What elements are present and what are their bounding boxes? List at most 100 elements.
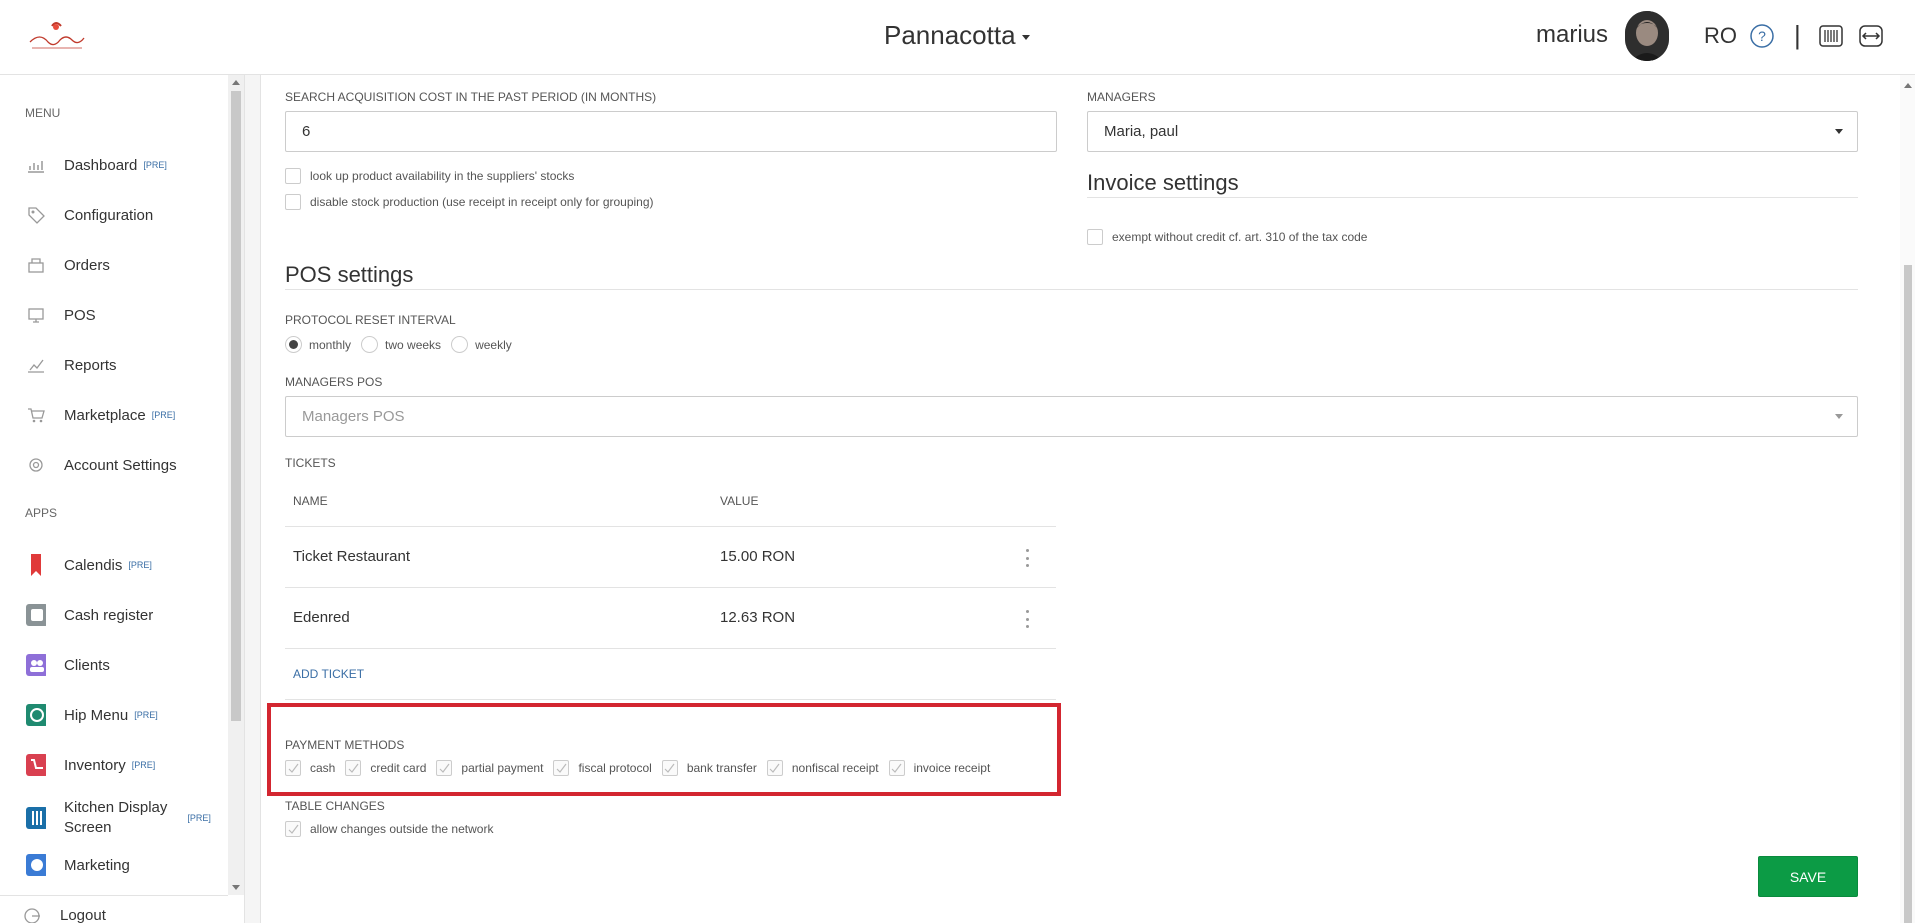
payment-fiscal-protocol-checkbox[interactable]: fiscal protocol [553,760,652,776]
payment-cash-checkbox[interactable]: cash [285,760,335,776]
save-button[interactable]: SAVE [1758,856,1858,897]
barcode-icon[interactable] [1818,23,1844,49]
checkbox-box[interactable] [766,760,783,776]
inventory-icon [26,754,46,776]
suppliers-stock-checkbox[interactable]: look up product availability in the supp… [285,168,574,184]
company-selector[interactable]: Pannacotta [884,20,1030,51]
sidebar-item-configuration[interactable]: Configuration [0,195,228,235]
sidebar-item-cash-register[interactable]: Cash register [0,595,228,635]
sidebar-item-label: Dashboard [64,156,138,174]
divider [285,699,1056,700]
pre-badge: [PRE] [131,760,156,770]
pos-icon [26,305,46,325]
calendis-icon [26,554,46,576]
add-ticket-link[interactable]: ADD TICKET [293,667,364,681]
managers-select[interactable]: Maria, paul [1087,111,1858,152]
logout-icon [22,906,42,923]
checkbox-box[interactable] [1087,229,1103,245]
sidebar-item-dashboard[interactable]: Dashboard [PRE] [0,145,228,185]
ticket-value: 12.63 RON [720,609,796,626]
sidebar-item-marketplace[interactable]: Marketplace [PRE] [0,395,228,435]
divider [285,648,1056,649]
checkbox-box[interactable] [285,194,301,210]
invoice-settings-title: Invoice settings [1087,170,1239,195]
radio-button[interactable] [285,336,302,353]
dashboard-icon [26,155,46,175]
checkbox-box[interactable] [436,760,453,776]
logout-label: Logout [60,907,106,923]
company-logo[interactable] [26,18,88,54]
radio-button[interactable] [451,336,469,353]
sidebar-scrollbar[interactable] [228,75,244,895]
checkbox-box[interactable] [285,760,301,776]
more-options-icon[interactable] [1023,610,1031,628]
sidebar-item-reports[interactable]: Reports [0,345,228,385]
checkbox-box[interactable] [661,760,678,776]
disable-stock-checkbox[interactable]: disable stock production (use receipt in… [285,194,654,210]
radio-two-weeks[interactable]: two weeks [361,336,441,353]
language-selector[interactable]: RO [1704,23,1737,49]
radio-monthly[interactable]: monthly [285,336,351,353]
gear-icon [26,455,46,475]
allow-changes-checkbox[interactable]: allow changes outside the network [285,821,493,837]
pre-badge: [PRE] [151,410,176,420]
pos-settings-title: POS settings [285,262,414,287]
checkbox-label: cash [310,761,336,775]
check-icon [288,824,298,834]
reset-interval-radio-group: monthly two weeks weekly [285,336,522,353]
help-icon[interactable]: ? [1749,23,1775,49]
managers-pos-label: MANAGERS POS [285,375,383,389]
payment-bank-transfer-checkbox[interactable]: bank transfer [661,760,757,776]
scrollbar-thumb[interactable] [1904,265,1912,923]
checkbox-box[interactable] [345,760,362,776]
ticket-name: Ticket Restaurant [293,548,410,565]
exempt-credit-checkbox[interactable]: exempt without credit cf. art. 310 of th… [1087,229,1367,245]
checkbox-box[interactable] [553,760,570,776]
logout-button[interactable]: Logout [0,895,228,923]
username[interactable]: marius [1536,21,1608,49]
payment-invoice-receipt-checkbox[interactable]: invoice receipt [888,760,991,776]
more-options-icon[interactable] [1023,549,1031,567]
payment-credit-card-checkbox[interactable]: credit card [345,760,426,776]
page-scrollbar[interactable] [1900,75,1915,923]
scrollbar-thumb[interactable] [231,91,241,721]
check-icon [891,763,902,773]
sidebar-item-marketing[interactable]: Marketing [0,845,228,885]
sidebar-item-pos[interactable]: POS [0,295,228,335]
scroll-down-icon[interactable] [232,885,240,890]
reset-interval-label: PROTOCOL RESET INTERVAL [285,313,456,327]
pre-badge: [PRE] [134,710,158,720]
payment-partial-checkbox[interactable]: partial payment [436,760,543,776]
radio-weekly[interactable]: weekly [451,336,512,353]
check-icon [288,763,298,773]
menu-heading: MENU [25,106,61,120]
checkbox-label: credit card [370,761,427,775]
sidebar-item-orders[interactable]: Orders [0,245,228,285]
checkbox-label: invoice receipt [913,761,991,775]
scroll-up-icon[interactable] [232,80,240,85]
sidebar-item-inventory[interactable]: Inventory [PRE] [0,745,228,785]
managers-pos-select[interactable]: Managers POS [285,396,1858,437]
sidebar-item-calendis[interactable]: Calendis [PRE] [0,545,228,585]
check-icon [556,763,567,773]
sidebar-item-clients[interactable]: Clients [0,645,228,685]
remote-support-icon[interactable] [1858,23,1884,49]
checkbox-box[interactable] [285,168,301,184]
checkbox-box[interactable] [888,760,905,776]
sidebar-item-label: Marketing [64,856,130,874]
acquisition-months-input[interactable]: 6 [285,111,1057,152]
avatar[interactable] [1625,11,1669,61]
sidebar-item-hip-menu[interactable]: Hip Menu [PRE] [0,695,228,735]
checkbox-box[interactable] [285,821,301,837]
scroll-up-icon[interactable] [1904,83,1912,88]
pre-badge: [PRE] [143,160,167,170]
radio-button[interactable] [361,336,379,353]
sidebar-item-label: Account Settings [64,456,177,474]
sidebar-item-account-settings[interactable]: Account Settings [0,445,228,485]
radio-label: monthly [309,337,352,352]
sidebar-item-label: Inventory [64,756,126,774]
sidebar-item-kitchen-display[interactable]: Kitchen Display Screen [PRE] [0,795,228,841]
checkbox-label: look up product availability in the supp… [310,169,575,183]
payment-nonfiscal-receipt-checkbox[interactable]: nonfiscal receipt [766,760,879,776]
label-line-1: Kitchen Display [64,799,168,816]
